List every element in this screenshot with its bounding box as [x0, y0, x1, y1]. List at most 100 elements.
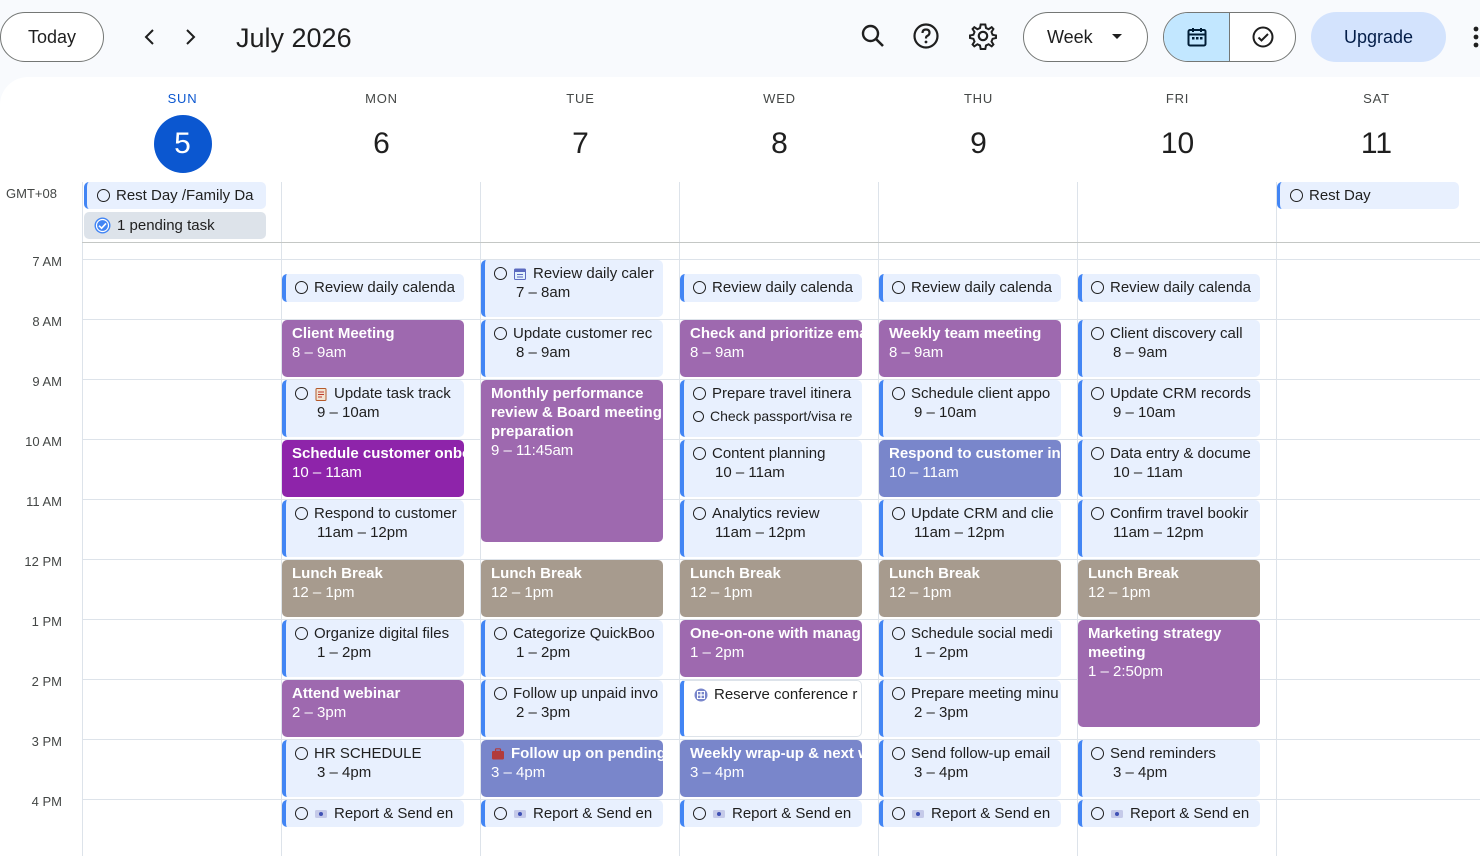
event-wed-lunch[interactable]: Lunch Break 12 – 1pm [680, 560, 862, 617]
event-fri-confirm-travel[interactable]: Confirm travel bookir 11am – 12pm [1078, 500, 1260, 557]
event-thu-review-calendar[interactable]: Review daily calenda [879, 274, 1061, 302]
pending-tasks-chip[interactable]: 1 pending task [84, 212, 266, 239]
event-wed-reserve-conference[interactable]: Reserve conference r [680, 680, 862, 737]
task-circle-icon [1091, 327, 1104, 340]
event-fri-discovery-call[interactable]: Client discovery call 8 – 9am [1078, 320, 1260, 377]
day-header-sat[interactable]: SAT 11 [1277, 91, 1476, 173]
day-number[interactable]: 10 [1149, 115, 1207, 173]
event-mon-organize-files[interactable]: Organize digital files 1 – 2pm [282, 620, 464, 677]
event-time: 11am – 12pm [317, 524, 408, 541]
task-circle-icon [494, 267, 507, 280]
message-icon [315, 809, 327, 818]
task-circle-icon [295, 627, 308, 640]
event-title: Prepare meeting minu [911, 685, 1059, 702]
event-time: 3 – 4pm [1113, 764, 1168, 781]
event-wed-analytics-review[interactable]: Analytics review 11am – 12pm [680, 500, 862, 557]
event-thu-team-meeting[interactable]: Weekly team meeting 8 – 9am [879, 320, 1061, 377]
day-number[interactable]: 5 [153, 115, 212, 173]
all-day-task-sat[interactable]: Rest Day [1277, 182, 1459, 209]
event-tue-review-calendar[interactable]: Review daily caler 7 – 8am [481, 260, 663, 317]
event-wed-weekly-wrap-up[interactable]: Weekly wrap-up & next w 3 – 4pm [680, 740, 862, 797]
upgrade-button[interactable]: Upgrade [1311, 12, 1446, 62]
event-time: 1 – 2pm [914, 644, 969, 661]
hour-label: 10 AM [25, 434, 62, 449]
next-week-button[interactable] [173, 20, 207, 54]
event-mon-hr-schedule[interactable]: HR SCHEDULE 3 – 4pm [282, 740, 464, 797]
event-fri-send-reminders[interactable]: Send reminders 3 – 4pm [1078, 740, 1260, 797]
search-button[interactable] [853, 16, 893, 56]
view-selector-dropdown[interactable]: Week [1023, 12, 1148, 62]
event-mon-respond-customer[interactable]: Respond to customer 11am – 12pm [282, 500, 464, 557]
event-mon-lunch[interactable]: Lunch Break 12 – 1pm [282, 560, 464, 617]
hour-label: 1 PM [31, 614, 62, 629]
day-header-wed[interactable]: WED 8 [680, 91, 879, 173]
event-thu-update-crm[interactable]: Update CRM and clie 11am – 12pm [879, 500, 1061, 557]
event-fri-data-entry[interactable]: Data entry & docume 10 – 11am [1078, 440, 1260, 497]
hour-line [82, 259, 1480, 260]
task-circle-icon [295, 747, 308, 760]
event-tue-follow-up-pending[interactable]: Follow up on pending 3 – 4pm [481, 740, 663, 797]
event-thu-report[interactable]: Report & Send en [879, 800, 1061, 827]
event-time: 11am – 12pm [715, 524, 806, 541]
event-title: Lunch Break [690, 565, 781, 582]
day-number[interactable]: 7 [552, 115, 610, 173]
event-mon-webinar[interactable]: Attend webinar 2 – 3pm [282, 680, 464, 737]
day-header-tue[interactable]: TUE 7 [481, 91, 680, 173]
month-title: July 2026 [236, 23, 352, 53]
task-circle-icon [295, 507, 308, 520]
event-wed-travel-itinerary[interactable]: Prepare travel itinera Check passport/vi… [680, 380, 862, 437]
event-thu-lunch[interactable]: Lunch Break 12 – 1pm [879, 560, 1061, 617]
event-mon-review-calendar[interactable]: Review daily calenda [282, 274, 464, 302]
event-fri-update-crm[interactable]: Update CRM records 9 – 10am [1078, 380, 1260, 437]
previous-week-button[interactable] [133, 20, 167, 54]
task-circle-icon [1091, 387, 1104, 400]
event-fri-review-calendar[interactable]: Review daily calenda [1078, 274, 1260, 302]
day-number[interactable]: 6 [353, 115, 411, 173]
more-vert-icon[interactable] [1468, 24, 1480, 52]
calendar-view-toggle[interactable] [1164, 13, 1230, 61]
event-wed-one-on-one[interactable]: One-on-one with manag 1 – 2pm [680, 620, 862, 677]
event-mon-customer-onboarding[interactable]: Schedule customer onbo 10 – 11am [282, 440, 464, 497]
day-number[interactable]: 11 [1348, 115, 1406, 173]
event-tue-report[interactable]: Report & Send en [481, 800, 663, 827]
event-fri-report[interactable]: Report & Send en [1078, 800, 1260, 827]
all-day-task-sun[interactable]: Rest Day /Family Da [84, 182, 266, 209]
event-thu-follow-up-email[interactable]: Send follow-up email 3 – 4pm [879, 740, 1061, 797]
settings-button[interactable] [963, 16, 1003, 56]
help-button[interactable] [906, 16, 946, 56]
task-circle-icon [693, 281, 706, 294]
event-mon-update-tracker[interactable]: Update task track 9 – 10am [282, 380, 464, 437]
event-thu-customer-inquiries[interactable]: Respond to customer inq 10 – 11am [879, 440, 1061, 497]
event-wed-review-calendar[interactable]: Review daily calenda [680, 274, 862, 302]
event-subtask[interactable]: Check passport/visa re [693, 407, 862, 426]
task-circle-icon [693, 447, 706, 460]
event-tue-lunch[interactable]: Lunch Break 12 – 1pm [481, 560, 663, 617]
day-name: TUE [566, 91, 595, 106]
event-mon-client-meeting[interactable]: Client Meeting 8 – 9am [282, 320, 464, 377]
event-fri-lunch[interactable]: Lunch Break 12 – 1pm [1078, 560, 1260, 617]
day-header-thu[interactable]: THU 9 [879, 91, 1078, 173]
event-title: Client Meeting [292, 325, 395, 342]
event-wed-prioritize-email[interactable]: Check and prioritize ema 8 – 9am [680, 320, 862, 377]
day-number[interactable]: 9 [950, 115, 1008, 173]
event-mon-report[interactable]: Report & Send en [282, 800, 464, 827]
event-fri-marketing-strategy[interactable]: Marketing strategy meeting 1 – 2:50pm [1078, 620, 1260, 727]
event-thu-meeting-minutes[interactable]: Prepare meeting minu 2 – 3pm [879, 680, 1061, 737]
day-number[interactable]: 8 [751, 115, 809, 173]
event-thu-social-media[interactable]: Schedule social medi 1 – 2pm [879, 620, 1061, 677]
event-wed-report[interactable]: Report & Send en [680, 800, 862, 827]
event-title: Review daily calenda [712, 279, 853, 296]
event-tue-monthly-review[interactable]: Monthly performance review & Board meeti… [481, 380, 663, 542]
day-header-sun[interactable]: SUN 5 [83, 91, 282, 173]
day-header-fri[interactable]: FRI 10 [1078, 91, 1277, 173]
event-thu-client-appointment[interactable]: Schedule client appo 9 – 10am [879, 380, 1061, 437]
event-wed-content-planning[interactable]: Content planning 10 – 11am [680, 440, 862, 497]
hour-label: 7 AM [32, 254, 62, 269]
tasks-view-toggle[interactable] [1230, 13, 1295, 61]
event-tue-update-customer[interactable]: Update customer rec 8 – 9am [481, 320, 663, 377]
day-header-mon[interactable]: MON 6 [282, 91, 481, 173]
today-button[interactable]: Today [0, 12, 104, 62]
event-tue-categorize-quickbooks[interactable]: Categorize QuickBoo 1 – 2pm [481, 620, 663, 677]
event-time: 7 – 8am [516, 284, 571, 301]
event-tue-follow-up-invoices[interactable]: Follow up unpaid invo 2 – 3pm [481, 680, 663, 737]
